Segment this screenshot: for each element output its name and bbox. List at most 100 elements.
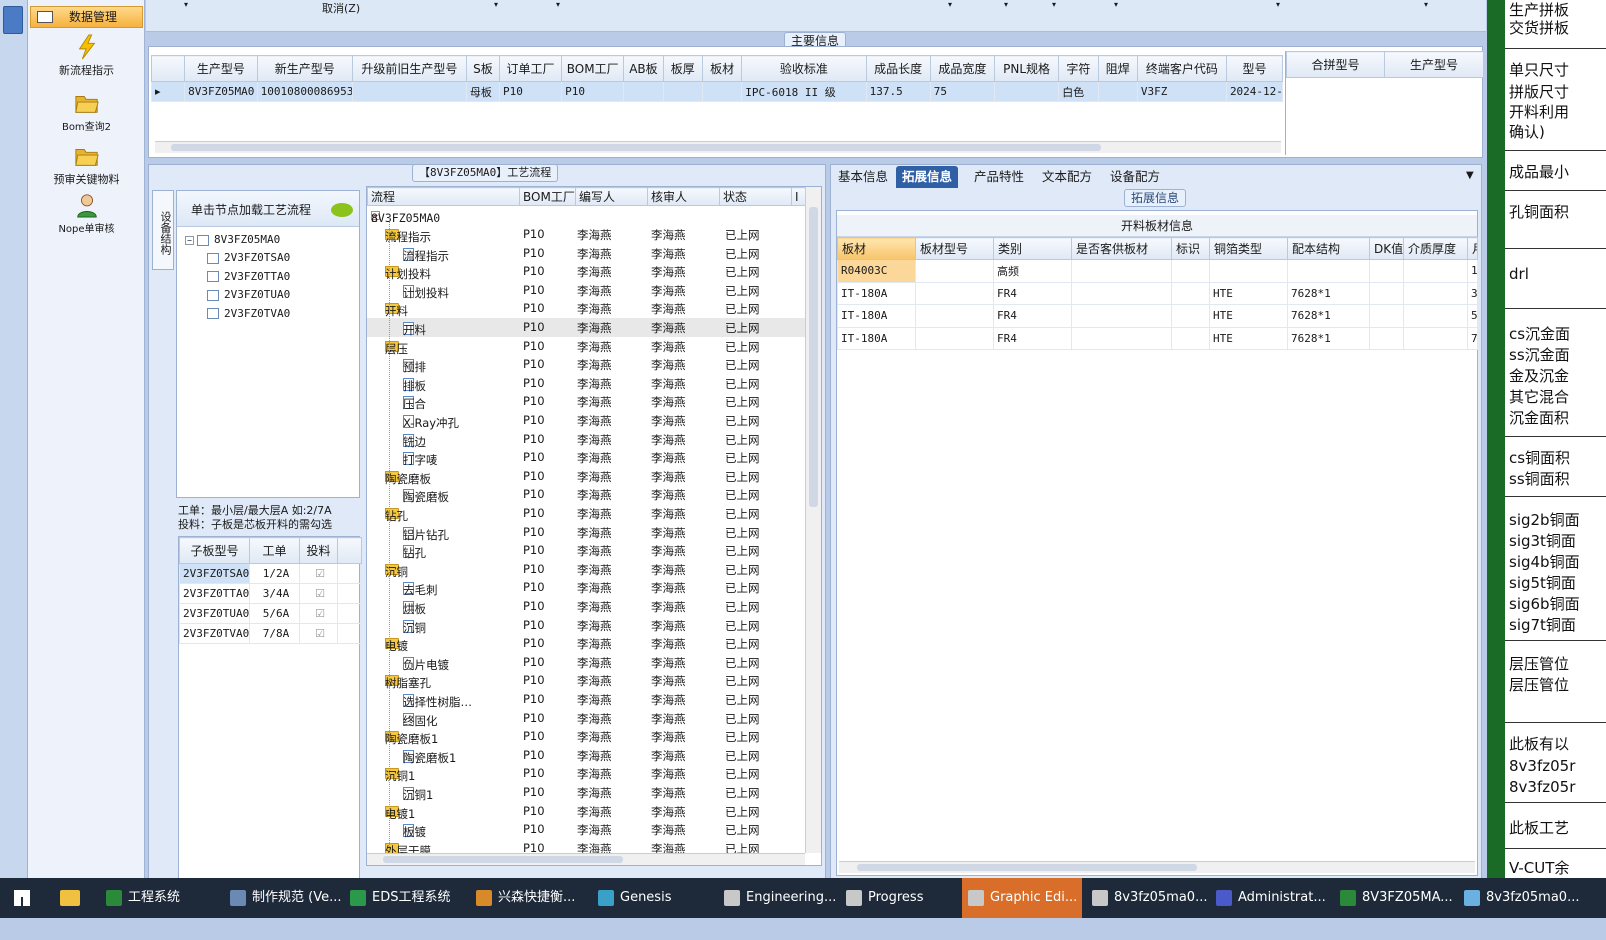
flow-row[interactable]: 铝片钻孔 P10 李海燕 李海燕 已上网 [367, 523, 807, 542]
column-header[interactable]: 成品长度 [865, 55, 931, 82]
tab-3[interactable]: 文本配方 [1036, 166, 1098, 188]
checkbox[interactable]: ☑ [299, 623, 338, 644]
column-header[interactable]: S板 [465, 55, 500, 82]
ext-column-header[interactable]: 配本结构 [1287, 237, 1370, 260]
flow-row[interactable]: 板镀 P10 李海燕 李海燕 已上网 [367, 820, 807, 839]
flow-row[interactable]: 流程指示 P10 李海燕 李海燕 已上网 [367, 244, 807, 263]
column-header[interactable]: AB板 [623, 55, 664, 82]
table-row[interactable]: IT-180A FR4 HTE 7628*1 5 [837, 304, 1478, 328]
flow-row[interactable]: X-Ray冲孔 P10 李海燕 李海燕 已上网 [367, 411, 807, 430]
ext-column-header[interactable]: 铜箔类型 [1209, 237, 1288, 260]
ext-column-header[interactable]: 板材 [837, 237, 916, 260]
nav-item-new-flow[interactable]: 新流程指示 [28, 34, 145, 78]
column-header[interactable]: 验收标准 [741, 55, 867, 82]
chevron-down-icon[interactable]: ▾ [1114, 0, 1118, 9]
flow-row[interactable]: 沉铜1 P10 李海燕 李海燕 已上网 [367, 783, 807, 802]
merge-prod-model-header[interactable]: 生产型号 [1384, 51, 1484, 78]
horizontal-scrollbar[interactable] [367, 853, 805, 865]
flow-row[interactable]: −计划投料P10李海燕李海燕已上网 [367, 262, 807, 281]
ext-column-header[interactable]: 介质厚度 [1403, 237, 1468, 260]
flow-column-header[interactable]: BOM工厂 [519, 187, 576, 206]
flow-row[interactable]: −开料P10李海燕李海燕已上网 [367, 299, 807, 318]
flow-row[interactable]: 终固化 P10 李海燕 李海燕 已上网 [367, 709, 807, 728]
flow-column-header[interactable]: 状态 [719, 187, 792, 206]
vertical-scrollbar[interactable] [805, 187, 821, 853]
flow-row[interactable]: 选择性树脂… P10 李海燕 李海燕 已上网 [367, 690, 807, 709]
column-header[interactable]: 字符 [1058, 55, 1099, 82]
sub-col-order[interactable]: 工单 [249, 537, 300, 564]
flow-column-header[interactable]: 核审人 [647, 187, 720, 206]
tree-node[interactable]: 2V3FZ0TUA0 [207, 288, 290, 301]
column-header[interactable]: 阻焊 [1097, 55, 1138, 82]
horizontal-scrollbar[interactable] [839, 861, 1475, 873]
checkbox[interactable]: ☑ [299, 583, 338, 604]
flow-row[interactable]: 钻孔 P10 李海燕 李海燕 已上网 [367, 541, 807, 560]
chevron-down-icon[interactable]: ▾ [948, 0, 952, 9]
taskbar-item[interactable]: 制作规范 (Ve... [224, 878, 344, 918]
chevron-down-icon[interactable]: ▾ [184, 0, 188, 9]
ext-column-header[interactable]: 类别 [993, 237, 1072, 260]
tab-0[interactable]: 基本信息 [832, 166, 894, 188]
tree-node[interactable]: 2V3FZ0TTA0 [207, 270, 290, 283]
column-header[interactable]: 终端客户代码 [1136, 55, 1227, 82]
taskbar-item[interactable]: Engineering... [718, 878, 838, 918]
column-header[interactable]: 板材 [701, 55, 743, 82]
taskbar-item[interactable]: Genesis [592, 878, 712, 918]
flow-row[interactable]: 排板 P10 李海燕 李海燕 已上网 [367, 374, 807, 393]
windows-start-icon[interactable] [14, 890, 30, 906]
flow-row[interactable]: 开料 P10 李海燕 李海燕 已上网 [367, 318, 807, 337]
flow-row[interactable]: 打字唛 P10 李海燕 李海燕 已上网 [367, 448, 807, 467]
column-header[interactable]: PNL规格 [993, 55, 1060, 82]
flow-row[interactable]: −陶瓷磨板P10李海燕李海燕已上网 [367, 467, 807, 486]
flow-row[interactable]: 沉铜 P10 李海燕 李海燕 已上网 [367, 616, 807, 635]
merge-model-header[interactable]: 合拼型号 [1286, 51, 1385, 78]
table-row[interactable]: IT-180A FR4 HTE 7628*1 7 [837, 326, 1478, 350]
cancel-button[interactable]: 取消(Z) [322, 0, 360, 16]
tree-node[interactable]: 2V3FZ0TVA0 [207, 307, 290, 320]
table-row[interactable]: IT-180A FR4 HTE 7628*1 3 [837, 281, 1478, 305]
flow-row[interactable]: 负片电镀 P10 李海燕 李海燕 已上网 [367, 653, 807, 672]
table-row[interactable]: 2V3FZ0TSA0 1/2A ☑ [179, 563, 362, 584]
flow-row[interactable]: −流程指示P10李海燕李海燕已上网 [367, 225, 807, 244]
flow-row[interactable]: −陶瓷磨板1P10李海燕李海燕已上网 [367, 727, 807, 746]
flow-row[interactable]: 计划投料 P10 李海燕 李海燕 已上网 [367, 281, 807, 300]
column-header[interactable]: 板厚 [662, 55, 703, 82]
column-header[interactable]: 订单工厂 [498, 55, 563, 82]
file-explorer-icon[interactable] [60, 890, 80, 906]
tab-1[interactable]: 拓展信息 [896, 166, 959, 188]
flow-row[interactable]: 陶瓷磨板1 P10 李海燕 李海燕 已上网 [367, 746, 807, 765]
flow-row[interactable]: −电镀P10李海燕李海燕已上网 [367, 634, 807, 653]
chevron-down-icon[interactable]: ▾ [556, 0, 560, 9]
nav-item-key-material[interactable]: 预审关键物料 [28, 143, 145, 187]
taskbar-item[interactable]: 8v3fz05ma0... [1086, 878, 1207, 918]
checkbox[interactable] [207, 271, 219, 282]
sub-col-feed[interactable]: 投料 [299, 537, 338, 564]
tree-node[interactable]: 2V3FZ0TSA0 [207, 251, 290, 264]
nav-item-nope-review[interactable]: Nope单审核 [28, 192, 145, 235]
chevron-down-icon[interactable]: ▾ [1004, 0, 1008, 9]
chevron-down-icon[interactable]: ▾ [1424, 0, 1428, 9]
nav-item-bom-query[interactable]: Bom查询2 [28, 90, 145, 133]
column-header[interactable]: 升级前旧生产型号 [351, 55, 467, 82]
flow-row[interactable]: 去毛刺 P10 李海燕 李海燕 已上网 [367, 578, 807, 597]
taskbar-item[interactable]: Progress [840, 878, 960, 918]
checkbox[interactable]: ☑ [299, 603, 338, 624]
horizontal-scrollbar[interactable] [155, 141, 1281, 153]
table-row[interactable]: 2V3FZ0TTA0 3/4A ☑ [179, 583, 362, 604]
flow-row[interactable]: −钻孔P10李海燕李海燕已上网 [367, 504, 807, 523]
table-row[interactable]: R04003C 高频 1 [837, 259, 1478, 283]
tree-root[interactable]: − 8V3FZ05MA0 [185, 233, 280, 246]
tab-device-structure[interactable]: 设备结构 [152, 190, 174, 270]
flow-root[interactable]: − ⌂ 8V3FZ05MA0 [367, 207, 807, 226]
flow-row[interactable]: 烘板 P10 李海燕 李海燕 已上网 [367, 597, 807, 616]
table-row[interactable]: ▸ 8V3FZ05MA0 10010800086953 母板 P10 P10 IPC-601… [150, 81, 1284, 102]
chevron-down-icon[interactable]: ▾ [1276, 0, 1280, 9]
ext-column-header[interactable]: 标识 [1171, 237, 1210, 260]
ext-column-header[interactable]: DK值 [1369, 237, 1404, 260]
flow-column-header[interactable]: 流程 [367, 187, 520, 206]
nav-header-data-management[interactable]: 数据管理 [30, 6, 143, 28]
table-row[interactable]: 2V3FZ0TVA0 7/8A ☑ [179, 623, 362, 644]
ext-column-header[interactable]: 是否客供板材 [1071, 237, 1172, 260]
ext-column-header[interactable]: 月 [1467, 237, 1478, 260]
flow-row[interactable]: 铣边 P10 李海燕 李海燕 已上网 [367, 430, 807, 449]
